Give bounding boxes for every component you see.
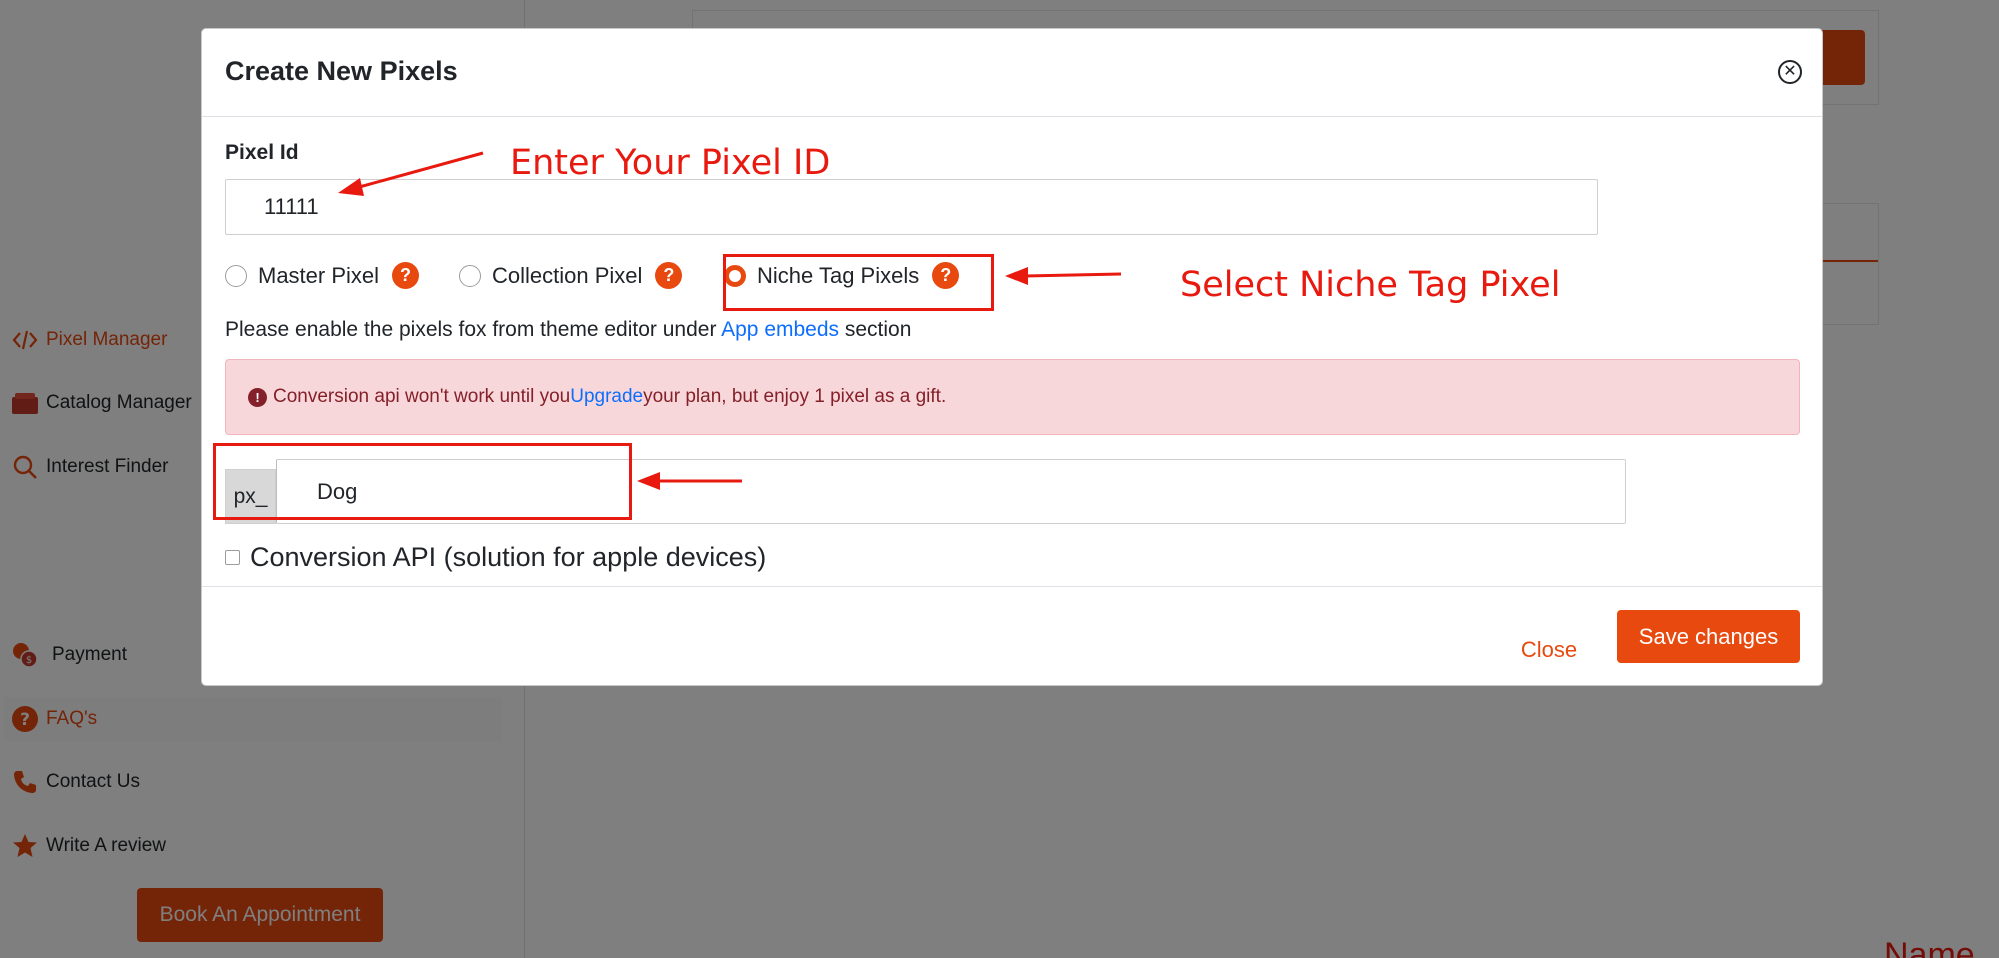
radio-label: Master Pixel [258, 262, 380, 288]
save-changes-button[interactable]: Save changes [1617, 610, 1800, 663]
annotation-select-niche: Select Niche Tag Pixel [1180, 265, 1561, 305]
modal-header: Create New Pixels ✕ [202, 29, 1822, 117]
modal-footer-divider [202, 586, 1822, 587]
upgrade-link[interactable]: Upgrade [570, 386, 643, 408]
radio-button[interactable] [459, 264, 481, 287]
create-pixel-modal: Create New Pixels ✕ Pixel Id Master Pixe… [201, 28, 1823, 686]
modal-title: Create New Pixels [225, 56, 458, 86]
radio-collection-pixel[interactable]: Collection Pixel ? [459, 262, 683, 289]
help-icon[interactable]: ? [655, 262, 683, 289]
checkbox-label: Conversion API (solution for apple devic… [250, 542, 767, 572]
conversion-api-checkbox[interactable] [225, 550, 240, 565]
name-highlight-box [213, 443, 632, 520]
conversion-api-alert: ! Conversion api won't work until you Up… [225, 359, 1800, 435]
conversion-api-checkbox-row[interactable]: Conversion API (solution for apple devic… [225, 542, 766, 573]
pixel-id-label: Pixel Id [225, 141, 299, 164]
niche-highlight-box [723, 254, 994, 311]
close-button[interactable]: Close [1504, 625, 1594, 675]
pixel-id-input[interactable] [225, 179, 1598, 235]
app-embeds-link[interactable]: App embeds [721, 318, 839, 341]
help-icon[interactable]: ? [392, 262, 420, 289]
theme-editor-hint: Please enable the pixels fox from theme … [225, 318, 912, 341]
radio-button[interactable] [225, 264, 247, 287]
radio-master-pixel[interactable]: Master Pixel ? [225, 262, 420, 289]
radio-label: Collection Pixel [492, 262, 643, 288]
annotation-enter-pixel-id: Enter Your Pixel ID [510, 143, 831, 183]
close-icon[interactable]: ✕ [1778, 60, 1802, 84]
alert-icon: ! [248, 387, 267, 407]
